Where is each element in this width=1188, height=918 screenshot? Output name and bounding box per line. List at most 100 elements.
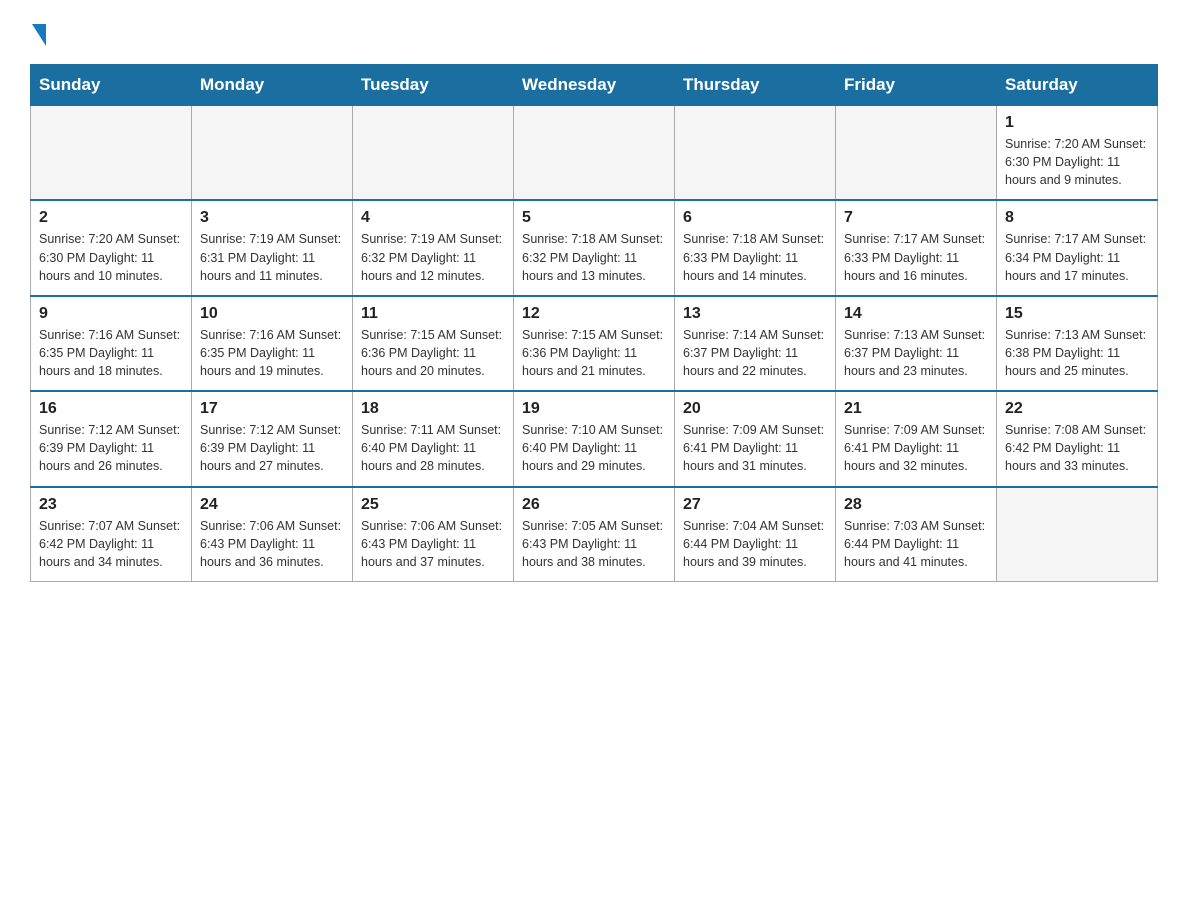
day-info: Sunrise: 7:20 AM Sunset: 6:30 PM Dayligh…: [39, 230, 183, 284]
week-row-4: 16 Sunrise: 7:12 AM Sunset: 6:39 PM Dayli…: [31, 391, 1158, 486]
calendar-cell: [836, 106, 997, 201]
day-info: Sunrise: 7:17 AM Sunset: 6:33 PM Dayligh…: [844, 230, 988, 284]
logo-arrow-icon: [32, 24, 46, 46]
day-info: Sunrise: 7:07 AM Sunset: 6:42 PM Dayligh…: [39, 517, 183, 571]
day-number: 13: [683, 305, 827, 323]
day-number: 23: [39, 496, 183, 514]
day-number: 28: [844, 496, 988, 514]
day-number: 25: [361, 496, 505, 514]
day-info: Sunrise: 7:09 AM Sunset: 6:41 PM Dayligh…: [683, 421, 827, 475]
day-number: 5: [522, 209, 666, 227]
calendar-cell: [353, 106, 514, 201]
day-number: 14: [844, 305, 988, 323]
calendar-cell: 19 Sunrise: 7:10 AM Sunset: 6:40 PM Dayli…: [514, 391, 675, 486]
calendar-cell: [192, 106, 353, 201]
calendar-cell: 3 Sunrise: 7:19 AM Sunset: 6:31 PM Daylig…: [192, 200, 353, 295]
calendar-cell: [997, 487, 1158, 582]
calendar-cell: 17 Sunrise: 7:12 AM Sunset: 6:39 PM Dayli…: [192, 391, 353, 486]
calendar-cell: 8 Sunrise: 7:17 AM Sunset: 6:34 PM Daylig…: [997, 200, 1158, 295]
weekday-header-thursday: Thursday: [675, 65, 836, 106]
day-number: 3: [200, 209, 344, 227]
day-number: 6: [683, 209, 827, 227]
calendar-cell: 22 Sunrise: 7:08 AM Sunset: 6:42 PM Dayli…: [997, 391, 1158, 486]
weekday-header-row: SundayMondayTuesdayWednesdayThursdayFrid…: [31, 65, 1158, 106]
calendar-cell: 28Sunrise: 7:03 AM Sunset: 6:44 PM Dayli…: [836, 487, 997, 582]
day-info: Sunrise: 7:13 AM Sunset: 6:38 PM Dayligh…: [1005, 326, 1149, 380]
day-info: Sunrise: 7:08 AM Sunset: 6:42 PM Dayligh…: [1005, 421, 1149, 475]
day-number: 2: [39, 209, 183, 227]
calendar-cell: [31, 106, 192, 201]
calendar-cell: 23 Sunrise: 7:07 AM Sunset: 6:42 PM Dayli…: [31, 487, 192, 582]
calendar-cell: 2 Sunrise: 7:20 AM Sunset: 6:30 PM Daylig…: [31, 200, 192, 295]
calendar-cell: 20 Sunrise: 7:09 AM Sunset: 6:41 PM Dayli…: [675, 391, 836, 486]
day-info: Sunrise: 7:12 AM Sunset: 6:39 PM Dayligh…: [200, 421, 344, 475]
calendar-cell: 11Sunrise: 7:15 AM Sunset: 6:36 PM Dayli…: [353, 296, 514, 391]
week-row-5: 23 Sunrise: 7:07 AM Sunset: 6:42 PM Dayli…: [31, 487, 1158, 582]
day-info: Sunrise: 7:19 AM Sunset: 6:31 PM Dayligh…: [200, 230, 344, 284]
day-number: 18: [361, 400, 505, 418]
day-info: Sunrise: 7:18 AM Sunset: 6:33 PM Dayligh…: [683, 230, 827, 284]
day-number: 16: [39, 400, 183, 418]
day-number: 27: [683, 496, 827, 514]
day-number: 17: [200, 400, 344, 418]
calendar-cell: 10 Sunrise: 7:16 AM Sunset: 6:35 PM Dayli…: [192, 296, 353, 391]
calendar-cell: 4 Sunrise: 7:19 AM Sunset: 6:32 PM Daylig…: [353, 200, 514, 295]
day-info: Sunrise: 7:15 AM Sunset: 6:36 PM Dayligh…: [522, 326, 666, 380]
day-info: Sunrise: 7:10 AM Sunset: 6:40 PM Dayligh…: [522, 421, 666, 475]
day-info: Sunrise: 7:18 AM Sunset: 6:32 PM Dayligh…: [522, 230, 666, 284]
weekday-header-friday: Friday: [836, 65, 997, 106]
day-info: Sunrise: 7:06 AM Sunset: 6:43 PM Dayligh…: [361, 517, 505, 571]
day-info: Sunrise: 7:13 AM Sunset: 6:37 PM Dayligh…: [844, 326, 988, 380]
day-info: Sunrise: 7:12 AM Sunset: 6:39 PM Dayligh…: [39, 421, 183, 475]
calendar-cell: [514, 106, 675, 201]
logo: [30, 20, 46, 46]
calendar-cell: [675, 106, 836, 201]
calendar-cell: 27 Sunrise: 7:04 AM Sunset: 6:44 PM Dayli…: [675, 487, 836, 582]
day-info: Sunrise: 7:06 AM Sunset: 6:43 PM Dayligh…: [200, 517, 344, 571]
page-header: [30, 20, 1158, 46]
calendar-cell: 15 Sunrise: 7:13 AM Sunset: 6:38 PM Dayli…: [997, 296, 1158, 391]
day-info: Sunrise: 7:09 AM Sunset: 6:41 PM Dayligh…: [844, 421, 988, 475]
calendar-cell: 14 Sunrise: 7:13 AM Sunset: 6:37 PM Dayli…: [836, 296, 997, 391]
day-number: 20: [683, 400, 827, 418]
calendar-cell: 24 Sunrise: 7:06 AM Sunset: 6:43 PM Dayli…: [192, 487, 353, 582]
day-number: 26: [522, 496, 666, 514]
day-number: 19: [522, 400, 666, 418]
day-info: Sunrise: 7:20 AM Sunset: 6:30 PM Dayligh…: [1005, 135, 1149, 189]
day-number: 21: [844, 400, 988, 418]
day-info: Sunrise: 7:04 AM Sunset: 6:44 PM Dayligh…: [683, 517, 827, 571]
calendar-cell: 18Sunrise: 7:11 AM Sunset: 6:40 PM Dayli…: [353, 391, 514, 486]
calendar-cell: 6 Sunrise: 7:18 AM Sunset: 6:33 PM Daylig…: [675, 200, 836, 295]
calendar-cell: 9 Sunrise: 7:16 AM Sunset: 6:35 PM Daylig…: [31, 296, 192, 391]
calendar-cell: 26Sunrise: 7:05 AM Sunset: 6:43 PM Dayli…: [514, 487, 675, 582]
calendar-table: SundayMondayTuesdayWednesdayThursdayFrid…: [30, 64, 1158, 582]
weekday-header-saturday: Saturday: [997, 65, 1158, 106]
calendar-cell: 5 Sunrise: 7:18 AM Sunset: 6:32 PM Daylig…: [514, 200, 675, 295]
day-number: 22: [1005, 400, 1149, 418]
day-number: 11: [361, 305, 505, 323]
calendar-cell: 21 Sunrise: 7:09 AM Sunset: 6:41 PM Dayli…: [836, 391, 997, 486]
day-number: 8: [1005, 209, 1149, 227]
weekday-header-sunday: Sunday: [31, 65, 192, 106]
day-info: Sunrise: 7:16 AM Sunset: 6:35 PM Dayligh…: [39, 326, 183, 380]
day-number: 7: [844, 209, 988, 227]
day-info: Sunrise: 7:16 AM Sunset: 6:35 PM Dayligh…: [200, 326, 344, 380]
day-number: 15: [1005, 305, 1149, 323]
day-number: 1: [1005, 114, 1149, 132]
weekday-header-wednesday: Wednesday: [514, 65, 675, 106]
week-row-2: 2 Sunrise: 7:20 AM Sunset: 6:30 PM Daylig…: [31, 200, 1158, 295]
weekday-header-monday: Monday: [192, 65, 353, 106]
calendar-cell: 16 Sunrise: 7:12 AM Sunset: 6:39 PM Dayli…: [31, 391, 192, 486]
week-row-3: 9 Sunrise: 7:16 AM Sunset: 6:35 PM Daylig…: [31, 296, 1158, 391]
calendar-cell: 7 Sunrise: 7:17 AM Sunset: 6:33 PM Daylig…: [836, 200, 997, 295]
day-info: Sunrise: 7:19 AM Sunset: 6:32 PM Dayligh…: [361, 230, 505, 284]
day-info: Sunrise: 7:14 AM Sunset: 6:37 PM Dayligh…: [683, 326, 827, 380]
calendar-cell: 12Sunrise: 7:15 AM Sunset: 6:36 PM Dayli…: [514, 296, 675, 391]
day-number: 24: [200, 496, 344, 514]
day-number: 4: [361, 209, 505, 227]
day-number: 9: [39, 305, 183, 323]
day-info: Sunrise: 7:17 AM Sunset: 6:34 PM Dayligh…: [1005, 230, 1149, 284]
week-row-1: 1 Sunrise: 7:20 AM Sunset: 6:30 PM Daylig…: [31, 106, 1158, 201]
weekday-header-tuesday: Tuesday: [353, 65, 514, 106]
day-number: 10: [200, 305, 344, 323]
